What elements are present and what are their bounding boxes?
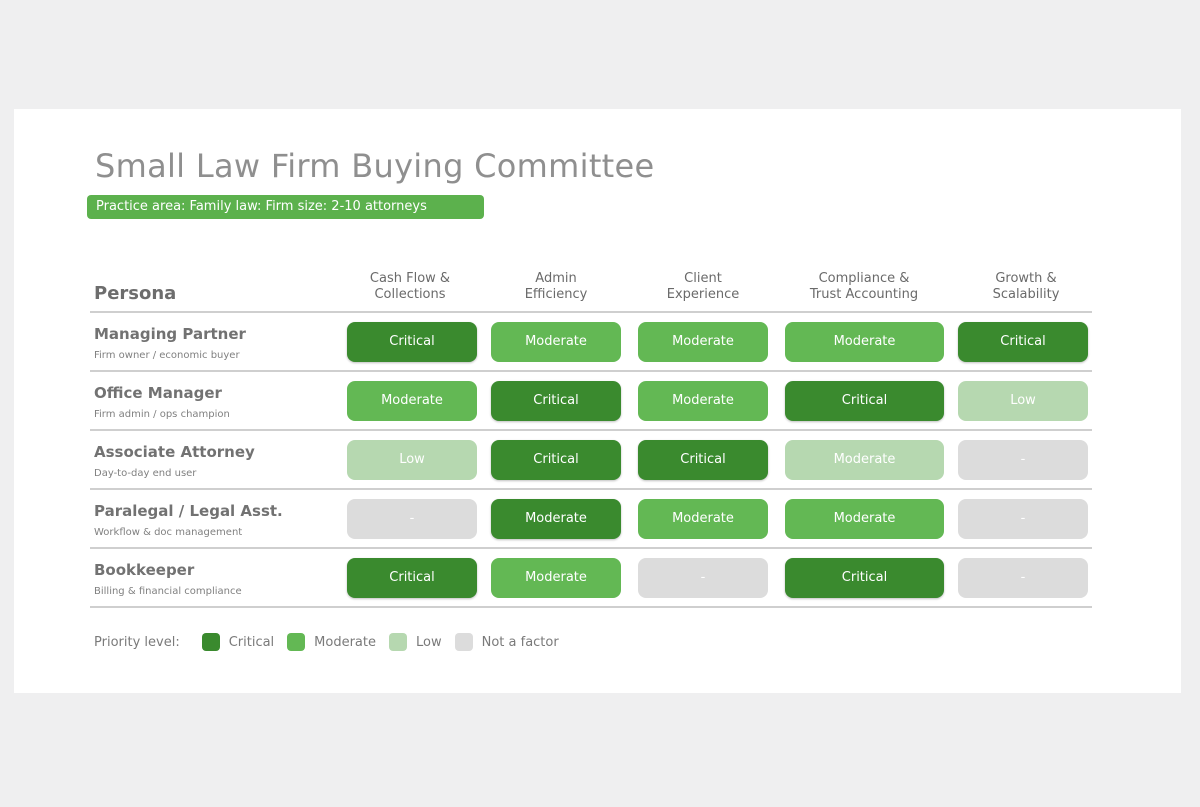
legend-item-moderate: Moderate [287,633,376,651]
column-header-growth: Growth & Scalability [992,271,1060,302]
priority-cell-paralegal-legal-asst-3: Moderate [785,499,944,539]
column-header-cash-flow: Cash Flow & Collections [369,271,451,302]
column-header-client-experience: Client Experience [666,271,740,302]
row-divider [90,606,1092,608]
legend-label-critical: Critical [228,634,275,650]
persona-name-associate-attorney: Associate Attorney [94,443,255,461]
priority-cell-bookkeeper-0: Critical [347,558,477,598]
persona-desc-managing-partner: Firm owner / economic buyer [94,350,240,361]
column-header-compliance: Compliance & Trust Accounting [809,271,919,302]
legend-item-not-a-factor: Not a factor [454,633,559,651]
priority-cell-office-manager-2: Moderate [638,381,768,421]
legend-item-critical: Critical [201,633,275,651]
priority-cell-bookkeeper-3: Critical [785,558,944,598]
priority-cell-managing-partner-3: Moderate [785,322,944,362]
priority-cell-associate-attorney-2: Critical [638,440,768,480]
priority-cell-paralegal-legal-asst-4: - [958,499,1088,539]
legend-title: Priority level: [94,634,180,650]
priority-cell-managing-partner-0: Critical [347,322,477,362]
priority-cell-associate-attorney-4: - [958,440,1088,480]
persona-desc-associate-attorney: Day-to-day end user [94,468,197,479]
priority-cell-paralegal-legal-asst-0: - [347,499,477,539]
persona-desc-office-manager: Firm admin / ops champion [94,409,230,420]
legend-swatch-none [454,633,473,651]
priority-cell-office-manager-1: Critical [491,381,621,421]
legend-swatch-moderate [287,633,306,651]
legend-label-low: Low [416,634,442,650]
priority-cell-associate-attorney-0: Low [347,440,477,480]
priority-cell-bookkeeper-2: - [638,558,768,598]
committee-card: Small Law Firm Buying Committee Practice… [14,109,1181,693]
priority-cell-associate-attorney-1: Critical [491,440,621,480]
priority-cell-associate-attorney-3: Moderate [785,440,944,480]
row-divider [90,370,1092,372]
priority-cell-office-manager-4: Low [958,381,1088,421]
practice-area-badge: Practice area: Family law: Firm size: 2-… [87,195,484,219]
legend-item-low: Low [389,633,442,651]
persona-name-managing-partner: Managing Partner [94,325,246,343]
priority-cell-paralegal-legal-asst-1: Moderate [491,499,621,539]
row-divider [90,547,1092,549]
priority-legend: Priority level: Critical Moderate Low Not a… [94,632,572,652]
persona-desc-paralegal-legal-asst: Workflow & doc management [94,527,243,538]
page-title: Small Law Firm Buying Committee [95,147,655,185]
priority-cell-office-manager-0: Moderate [347,381,477,421]
persona-column-header: Persona [94,283,177,304]
column-header-admin-efficiency: Admin Efficiency [524,271,588,302]
persona-name-bookkeeper: Bookkeeper [94,561,195,579]
legend-swatch-low [389,633,407,651]
persona-name-office-manager: Office Manager [94,384,222,402]
legend-label-not-a-factor: Not a factor [481,634,559,650]
legend-items: Critical Moderate Low Not a factor [201,633,572,651]
row-divider [90,488,1092,490]
legend-swatch-critical [201,633,220,651]
persona-desc-bookkeeper: Billing & financial compliance [94,586,242,597]
row-divider [90,429,1092,431]
priority-cell-paralegal-legal-asst-2: Moderate [638,499,768,539]
priority-cell-bookkeeper-1: Moderate [491,558,621,598]
priority-cell-managing-partner-2: Moderate [638,322,768,362]
priority-cell-office-manager-3: Critical [785,381,944,421]
persona-name-paralegal-legal-asst: Paralegal / Legal Asst. [94,502,283,520]
priority-cell-managing-partner-1: Moderate [491,322,621,362]
legend-label-moderate: Moderate [314,634,376,650]
priority-cell-bookkeeper-4: - [958,558,1088,598]
header-divider [90,311,1092,313]
priority-cell-managing-partner-4: Critical [958,322,1088,362]
